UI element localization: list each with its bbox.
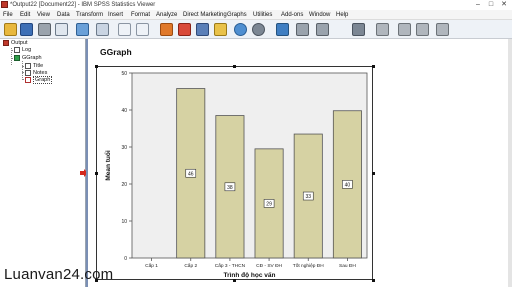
data-label: 29: [266, 201, 272, 207]
undo-icon[interactable]: [118, 23, 131, 36]
hide-icon[interactable]: [398, 23, 411, 36]
resize-handle[interactable]: [95, 65, 98, 68]
menu-view[interactable]: View: [37, 10, 50, 20]
variables-icon[interactable]: [214, 23, 227, 36]
x-tick-label: Sau ĐH: [339, 263, 356, 269]
toolbar: [0, 20, 512, 39]
x-tick-label: CĐ - SV ĐH: [256, 263, 282, 269]
select-last-output-icon[interactable]: [234, 23, 247, 36]
window-title: *Output22 [Document22] - IBM SPSS Statis…: [10, 2, 156, 8]
save-icon[interactable]: [20, 23, 33, 36]
data-label: 40: [345, 182, 351, 188]
insert-title-icon[interactable]: [436, 23, 449, 36]
close-button[interactable]: ✕: [498, 0, 510, 9]
goto-variable-icon[interactable]: [196, 23, 209, 36]
insert-heading-icon[interactable]: [416, 23, 429, 36]
menu-insert[interactable]: Insert: [108, 10, 123, 20]
y-tick-label: 20: [121, 182, 127, 188]
demote-icon[interactable]: [296, 23, 309, 36]
y-tick-label: 0: [124, 256, 127, 262]
resize-handle[interactable]: [233, 65, 236, 68]
output-heading: GGraph: [100, 47, 132, 57]
x-tick-label: Cấp 2: [184, 263, 197, 269]
resize-handle[interactable]: [233, 279, 236, 282]
y-axis-title: Mean tuổi: [104, 150, 112, 181]
y-tick-label: 10: [121, 219, 127, 225]
log-icon: [14, 47, 20, 53]
expand-icon[interactable]: [316, 23, 329, 36]
scrollbar[interactable]: [508, 39, 512, 287]
menu-analyze[interactable]: Analyze: [156, 10, 177, 20]
resize-handle[interactable]: [372, 172, 375, 175]
spss-app-icon: [1, 1, 8, 8]
data-label: 33: [305, 194, 311, 200]
open-icon[interactable]: [4, 23, 17, 36]
x-axis-title: Trình độ học vấn: [223, 271, 275, 279]
promote-icon[interactable]: [276, 23, 289, 36]
tree-connector: [22, 61, 23, 80]
print-icon[interactable]: [38, 23, 51, 36]
collapse-icon[interactable]: [352, 23, 365, 36]
redo-icon[interactable]: [136, 23, 149, 36]
export-icon[interactable]: [76, 23, 89, 36]
outline-pane[interactable]: Output Log GGraph Title Notes Graph: [0, 39, 86, 287]
plot-area: [131, 72, 368, 259]
menu-bar: File Edit View Data Transform Insert For…: [0, 10, 512, 20]
title-icon: [25, 63, 31, 69]
menu-add-ons[interactable]: Add-ons: [281, 10, 303, 20]
y-tick-label: 50: [121, 71, 127, 77]
goto-data-icon[interactable]: [160, 23, 173, 36]
minimize-button[interactable]: –: [472, 0, 484, 9]
bar-chart: 0 10 20 30 40 50 Cấp 1 Cấp 2 46 Cấp 3 - THCN 38 CĐ …: [104, 71, 368, 279]
notes-icon: [25, 70, 31, 76]
book-icon: [14, 55, 20, 61]
menu-window[interactable]: Window: [309, 10, 330, 20]
data-label: 46: [188, 171, 194, 177]
menu-direct-marketing[interactable]: Direct Marketing: [183, 10, 227, 20]
goto-case-icon[interactable]: [178, 23, 191, 36]
resize-handle[interactable]: [95, 172, 98, 175]
chart-container[interactable]: 0 10 20 30 40 50 Cấp 1 Cấp 2 46 Cấp 3 - THCN 38 CĐ …: [96, 66, 373, 280]
menu-edit[interactable]: Edit: [20, 10, 30, 20]
menu-utilities[interactable]: Utilities: [253, 10, 272, 20]
menu-graphs[interactable]: Graphs: [227, 10, 247, 20]
y-tick-label: 30: [121, 145, 127, 151]
resize-handle[interactable]: [372, 65, 375, 68]
designate-window-icon[interactable]: [252, 23, 265, 36]
maximize-button[interactable]: □: [485, 0, 497, 9]
graph-icon: [25, 77, 31, 83]
x-tick-label: Tốt nghiệp ĐH: [293, 263, 324, 269]
menu-help[interactable]: Help: [336, 10, 348, 20]
x-tick-label: Cấp 1: [145, 263, 158, 269]
menu-data[interactable]: Data: [57, 10, 70, 20]
menu-file[interactable]: File: [3, 10, 13, 20]
data-label: 38: [227, 185, 233, 191]
print-preview-icon[interactable]: [55, 23, 68, 36]
menu-transform[interactable]: Transform: [76, 10, 103, 20]
resize-handle[interactable]: [372, 279, 375, 282]
x-tick-label: Cấp 3 - THCN: [215, 263, 246, 269]
title-bar: *Output22 [Document22] - IBM SPSS Statis…: [0, 0, 512, 10]
output-book-icon: [3, 40, 9, 46]
recall-dialog-icon[interactable]: [96, 23, 109, 36]
watermark: Luanvan24.com: [4, 266, 114, 283]
y-tick-label: 40: [121, 108, 127, 114]
menu-format[interactable]: Format: [131, 10, 150, 20]
show-icon[interactable]: [376, 23, 389, 36]
